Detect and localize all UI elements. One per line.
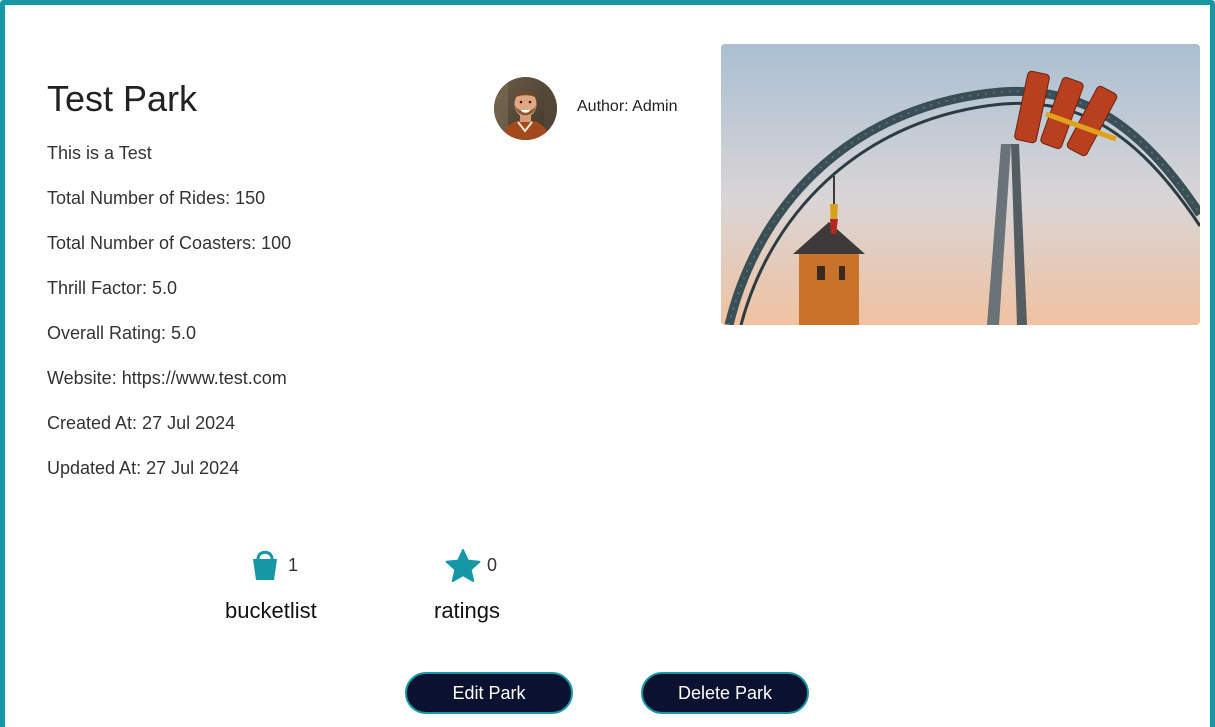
author-avatar — [494, 77, 557, 140]
created-at: Created At: 27 Jul 2024 — [47, 413, 236, 433]
ratings-label: ratings — [434, 598, 501, 623]
park-image — [721, 44, 1200, 325]
bucket-icon — [253, 550, 277, 580]
author-label: Author: Admin — [577, 98, 678, 115]
updated-at: Updated At: 27 Jul 2024 — [47, 458, 240, 478]
star-icon — [445, 549, 481, 582]
park-detail-card: Test Park This is a Test Total Number of… — [0, 0, 1215, 727]
page-title: Test Park — [47, 78, 198, 119]
roller-coaster-photo — [721, 44, 1200, 325]
park-description: This is a Test — [47, 143, 152, 163]
delete-park-button[interactable]: Delete Park — [641, 672, 809, 714]
overall-rating: Overall Rating: 5.0 — [47, 323, 197, 343]
bucketlist-label: bucketlist — [225, 598, 317, 623]
ratings-count: 0 — [487, 555, 498, 575]
total-coasters: Total Number of Coasters: 100 — [47, 233, 292, 253]
thrill-factor: Thrill Factor: 5.0 — [47, 278, 178, 298]
bucketlist-count: 1 — [288, 555, 299, 575]
total-rides: Total Number of Rides: 150 — [47, 188, 266, 208]
website: Website: https://www.test.com — [47, 368, 287, 388]
user-avatar-icon — [494, 77, 557, 140]
edit-park-button[interactable]: Edit Park — [405, 672, 573, 714]
